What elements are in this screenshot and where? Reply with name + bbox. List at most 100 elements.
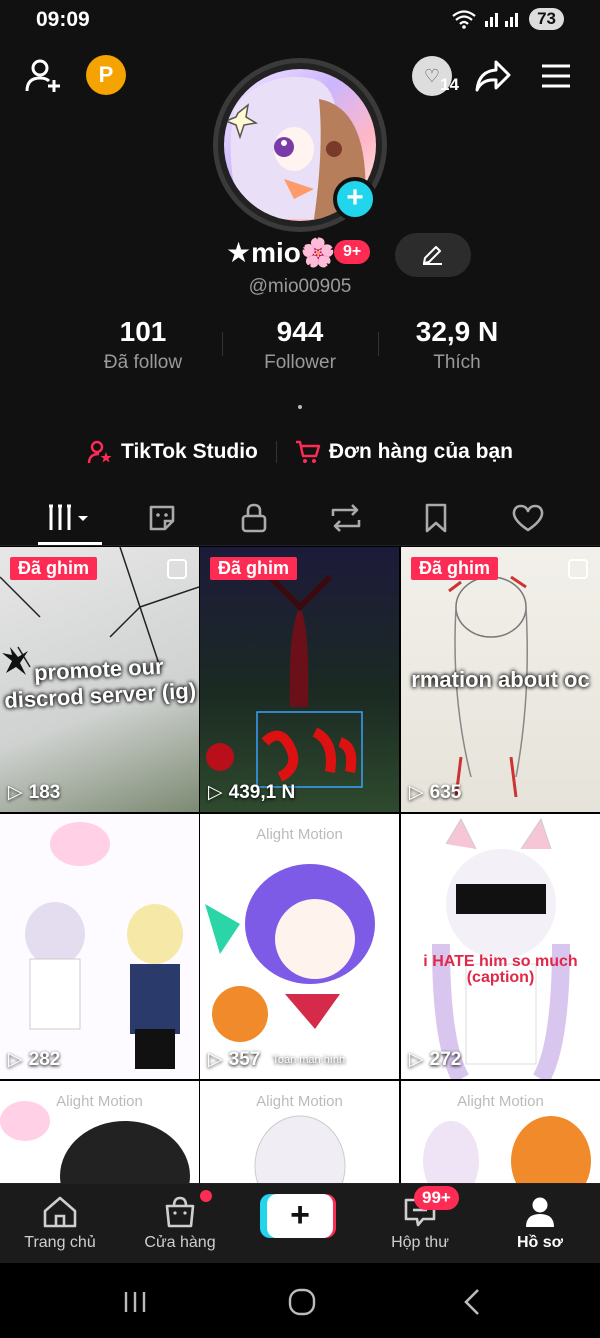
coin-button[interactable]: P	[86, 55, 126, 95]
video-thumbnail[interactable]: Đã ghim rmation about oc ▷ 635	[401, 547, 600, 812]
sticker-icon	[149, 505, 175, 531]
link-label: TikTok Studio	[121, 440, 258, 463]
video-thumbnail[interactable]: i HATE him so much (caption) ▷ 272	[401, 814, 600, 1079]
video-thumbnail[interactable]: ▷ 282	[0, 814, 199, 1079]
multi-photo-icon	[568, 559, 588, 579]
video-thumbnail[interactable]: Alight Motion	[0, 1081, 199, 1183]
view-count: ▷ 282	[8, 1048, 60, 1071]
stat-label: Thích	[433, 352, 481, 373]
heart-icon	[512, 504, 544, 532]
watermark: Alight Motion	[256, 1093, 343, 1110]
view-count-value: 635	[429, 781, 462, 803]
add-friend-button[interactable]	[24, 56, 64, 96]
nav-shop[interactable]: Cửa hàng	[120, 1194, 240, 1252]
two-chibi-characters	[25, 822, 183, 1069]
tab-saved[interactable]	[406, 498, 466, 538]
stat-label: Follower	[264, 352, 336, 373]
pinned-badge: Đã ghim	[10, 557, 98, 580]
view-count-value: 357	[228, 1048, 261, 1070]
following-avatar-count: 14	[440, 75, 459, 94]
back-button[interactable]	[452, 1285, 492, 1319]
bookmark-icon	[425, 503, 447, 533]
home-icon	[43, 1196, 77, 1228]
link-label: Đơn hàng của bạn	[328, 440, 513, 463]
cart-icon	[295, 440, 321, 463]
signal-icon	[485, 13, 519, 27]
back-chevron-icon	[464, 1289, 479, 1315]
pinned-badge: Đã ghim	[210, 557, 298, 580]
play-icon: ▷	[409, 1049, 424, 1070]
tab-reposts[interactable]	[316, 498, 376, 538]
nav-label: Cửa hàng	[144, 1234, 216, 1251]
studio-icon	[87, 440, 112, 464]
view-count: ▷ 439,1 N	[208, 781, 295, 804]
play-icon: ▷	[409, 782, 424, 803]
name-row: ★mio🌸 9+	[0, 233, 600, 277]
tiktok-studio-link[interactable]: TikTok Studio	[87, 436, 258, 468]
add-avatar-button[interactable]: +	[333, 177, 377, 221]
bottom-navigation: Trang chủ Cửa hàng + Hộp thư Hồ sơ	[0, 1183, 600, 1263]
watermark: Alight Motion	[256, 826, 343, 843]
friends-avatar-icon: ♡	[423, 65, 441, 86]
tab-stickers[interactable]	[132, 498, 192, 538]
multi-photo-icon	[167, 559, 187, 579]
profile-links: TikTok Studio Đơn hàng của bạn	[0, 436, 600, 468]
play-icon: ▷	[208, 782, 223, 803]
home-system-button[interactable]	[282, 1285, 322, 1319]
display-name: ★mio🌸	[226, 237, 336, 268]
play-icon: ▷	[8, 782, 23, 803]
tab-liked[interactable]	[498, 498, 558, 538]
profile-tabs	[0, 490, 600, 546]
nav-home[interactable]: Trang chủ	[0, 1194, 120, 1252]
nav-label: Hộp thư	[391, 1234, 449, 1251]
create-button[interactable]: +	[260, 1194, 336, 1238]
stat-following[interactable]: 101 Đã follow	[63, 316, 223, 374]
edit-profile-button[interactable]	[395, 233, 471, 277]
deer-figure	[206, 574, 363, 788]
inbox-badge: 99+	[414, 1186, 459, 1210]
stat-followers[interactable]: 944 Follower	[220, 316, 380, 374]
system-navigation-bar	[0, 1263, 600, 1338]
video-thumbnail[interactable]: Alight Motion	[200, 1081, 399, 1183]
tab-videos[interactable]	[40, 498, 100, 538]
video-thumbnail[interactable]: Đã ghim promote our discrod server (ig) …	[0, 547, 199, 812]
stat-label: Đã follow	[103, 352, 183, 373]
orders-link[interactable]: Đơn hàng của bạn	[295, 436, 513, 468]
stat-likes[interactable]: 32,9 N Thích	[377, 316, 537, 374]
video-thumbnail[interactable]: Đã ghim ▷ 439,1 N	[200, 547, 399, 812]
repost-icon	[331, 504, 361, 532]
shop-icon	[165, 1196, 195, 1228]
bio-dot	[298, 405, 302, 409]
play-icon: ▷	[208, 1049, 223, 1070]
view-count: ▷ 635	[409, 781, 461, 804]
home-circle-icon	[288, 1288, 316, 1316]
view-count-value: 282	[28, 1048, 61, 1070]
pinned-badge: Đã ghim	[411, 557, 499, 580]
purple-hair-character	[205, 864, 375, 1042]
battery-indicator: 73	[529, 8, 564, 30]
watermark: Alight Motion	[457, 1093, 544, 1110]
menu-button[interactable]	[536, 58, 576, 94]
profile-icon	[526, 1197, 554, 1227]
stat-value: 944	[276, 316, 324, 347]
plus-icon: +	[346, 181, 364, 214]
nav-label: Hồ sơ	[516, 1234, 564, 1251]
notification-badge[interactable]: 9+	[334, 240, 371, 264]
share-button[interactable]	[472, 56, 514, 96]
pencil-icon	[423, 246, 442, 265]
view-count: ▷ 183	[8, 781, 60, 804]
share-icon	[475, 60, 511, 92]
create-icon: +	[290, 1196, 310, 1234]
recent-apps-button[interactable]	[115, 1285, 155, 1319]
add-user-icon	[25, 59, 60, 92]
shop-notification-dot	[200, 1190, 212, 1202]
video-caption: rmation about oc	[411, 667, 590, 692]
video-caption: i HATE him so much (caption)	[423, 953, 578, 986]
video-thumbnail[interactable]: Alight Motion	[401, 1081, 600, 1183]
username: @mio00905	[248, 276, 352, 297]
lock-icon	[241, 503, 267, 533]
video-thumbnail[interactable]: Alight Motion ▷ 357 Toàn màn hình	[200, 814, 399, 1079]
tab-private[interactable]	[224, 498, 284, 538]
video-caption: promote our discrod server (ig)	[3, 653, 197, 713]
nav-profile[interactable]: Hồ sơ	[480, 1194, 600, 1252]
